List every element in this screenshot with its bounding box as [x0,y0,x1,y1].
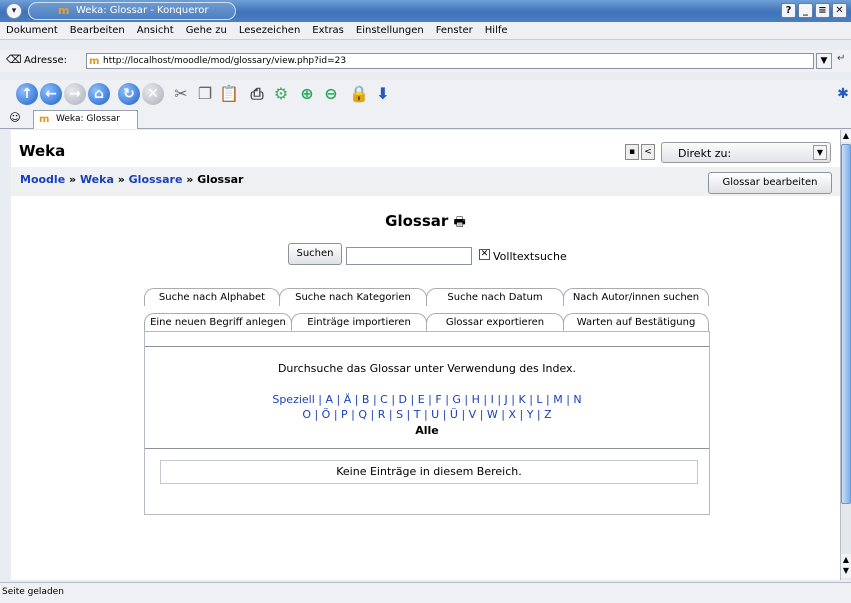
copy-icon[interactable]: ❐ [194,83,216,105]
breadcrumb: Moodle » Weka » Glossare » Glossar [20,173,244,186]
close-button[interactable]: ✕ [832,3,847,18]
new-tab-icon[interactable]: ☺ [4,111,26,128]
url-input[interactable]: m http://localhost/moodle/mod/glossary/v… [86,53,814,69]
throbber-icon: ✱ [837,86,849,102]
page-title: Glossar 🖶 [11,212,840,235]
up-icon[interactable]: ↑ [16,83,38,105]
window-title: Weka: Glossar - Konqueror [76,5,209,16]
tab-browse-author[interactable]: Nach Autor/innen suchen [563,288,709,306]
scroll-up-icon[interactable]: ▲ [841,130,851,142]
breadcrumb-separator: » [113,173,129,186]
tab-browse-alphabet[interactable]: Suche nach Alphabet [144,288,280,306]
alphabet-index: Speziell | A | Ä | B | C | D | E | F | G… [145,392,709,422]
menu-item-einstellungen[interactable]: Einstellungen [356,25,424,36]
divider [145,448,709,450]
moodle-favicon-icon: m [89,56,100,67]
site-name: Weka [19,142,66,160]
scroll-down-icon[interactable]: ▲ ▼ [841,554,851,578]
search-button[interactable]: Suchen [288,243,342,265]
url-text: http://localhost/moodle/mod/glossary/vie… [103,56,347,66]
printer-icon[interactable]: 🖶 [454,215,466,230]
zoom-in-icon[interactable]: ⊕ [296,83,318,105]
menu-item-ansicht[interactable]: Ansicht [137,25,174,36]
menu-item-lesezeichen[interactable]: Lesezeichen [239,25,300,36]
status-text: Seite geladen [2,587,64,597]
glossary-tabs-row-2: Eine neuen Begriff anlegen Einträge impo… [144,313,709,331]
page-title-text: Glossar [385,212,449,230]
browser-tab-bar: ☺ m Weka: Glossar [0,110,851,129]
alphabet-index-line-2[interactable]: O | Ö | P | Q | R | S | T | U | Ü | V | … [145,407,709,422]
forward-icon[interactable]: → [64,83,86,105]
page-content: Weka ▪ < Direkt zu: ▼ Moodle » Weka » Gl… [11,130,840,580]
menu-item-extras[interactable]: Extras [312,25,344,36]
divider [145,346,709,348]
moodle-favicon-icon: m [39,114,50,125]
menu-item-gehe-zu[interactable]: Gehe zu [186,25,227,36]
chevron-down-icon: ▼ [813,145,827,160]
tab-browse-categories[interactable]: Suche nach Kategorien [279,288,427,306]
location-bar: ⌫ Adresse: m http://localhost/moodle/mod… [0,50,851,72]
scrollbar-thumb[interactable] [841,144,851,504]
security-icon[interactable]: ⚙ [270,83,292,105]
window-titlebar: ▾ m Weka: Glossar - Konqueror ? _ ≡ ✕ [0,0,851,22]
fulltext-checkbox[interactable]: ✕ [479,249,490,260]
glossary-browse-box: Durchsuche das Glossar unter Verwendung … [144,331,710,515]
breadcrumb-current: Glossar [197,173,244,186]
toolbar: ↑ ← → ⌂ ↻ ✕ ✂ ❐ 📋 ⎙ ⚙ ⊕ ⊖ 🔒 ⬇ ✱ [0,80,851,110]
menu-item-bearbeiten[interactable]: Bearbeiten [70,25,125,36]
edit-glossary-button[interactable]: Glossar bearbeiten [708,172,832,194]
browser-tab-title: Weka: Glossar [56,114,120,124]
tab-add-entry[interactable]: Eine neuen Begriff anlegen [144,313,292,331]
browser-tab[interactable]: m Weka: Glossar [33,110,138,129]
alphabet-index-line-1[interactable]: Speziell | A | Ä | B | C | D | E | F | G… [145,392,709,407]
vertical-scrollbar[interactable]: ▲ ▲ ▼ [840,130,851,580]
location-label: Adresse: [24,55,67,66]
help-button[interactable]: ? [781,3,796,18]
menu-bar: Dokument Bearbeiten Ansicht Gehe zu Lese… [0,22,851,40]
docs-icon[interactable]: ▪ [625,144,639,160]
tab-import-entries[interactable]: Einträge importieren [291,313,427,331]
lock-icon[interactable]: 🔒 [348,83,370,105]
browse-instructions: Durchsuche das Glossar unter Verwendung … [277,362,577,375]
reload-icon[interactable]: ↻ [118,83,140,105]
tab-export-glossary[interactable]: Glossar exportieren [426,313,564,331]
navigate-prev-icon[interactable]: < [641,144,655,160]
maximize-button[interactable]: ≡ [815,3,830,18]
home-icon[interactable]: ⌂ [88,83,110,105]
go-icon[interactable]: ↵ [837,53,849,69]
stop-icon[interactable]: ✕ [142,83,164,105]
search-input[interactable] [346,247,472,265]
back-icon[interactable]: ← [40,83,62,105]
breadcrumb-separator: » [182,173,198,186]
glossary-tabs-row-1: Suche nach Alphabet Suche nach Kategorie… [144,288,709,306]
clear-location-icon[interactable]: ⌫ [6,53,22,67]
tab-browse-date[interactable]: Suche nach Datum [426,288,564,306]
url-history-dropdown[interactable]: ▼ [816,53,832,69]
tab-pending-approval[interactable]: Warten auf Bestätigung [563,313,709,331]
download-icon[interactable]: ⬇ [372,83,394,105]
menu-item-fenster[interactable]: Fenster [436,25,473,36]
moodle-favicon-icon: m [58,4,70,17]
cut-icon[interactable]: ✂ [170,83,192,105]
window-menu-icon[interactable]: ▾ [6,3,22,19]
breadcrumb-weka[interactable]: Weka [80,173,114,186]
navigation-bar: Moodle » Weka » Glossare » Glossar Gloss… [11,167,840,196]
jump-to-label: Direkt zu: [678,147,732,160]
breadcrumb-separator: » [65,173,80,186]
zoom-out-icon[interactable]: ⊖ [320,83,342,105]
status-bar: Seite geladen [0,582,851,603]
paste-icon[interactable]: 📋 [218,83,240,105]
breadcrumb-glossare[interactable]: Glossare [129,173,183,186]
print-toolbar-icon[interactable]: ⎙ [246,83,268,105]
jump-to-select[interactable]: Direkt zu: ▼ [661,142,831,163]
menu-item-hilfe[interactable]: Hilfe [485,25,508,36]
fulltext-label: Volltextsuche [493,250,567,263]
minimize-button[interactable]: _ [798,3,813,18]
all-entries-link[interactable]: Alle [145,424,709,437]
breadcrumb-moodle[interactable]: Moodle [20,173,65,186]
empty-message: Keine Einträge in diesem Bereich. [160,460,698,484]
menu-item-dokument[interactable]: Dokument [6,25,58,36]
